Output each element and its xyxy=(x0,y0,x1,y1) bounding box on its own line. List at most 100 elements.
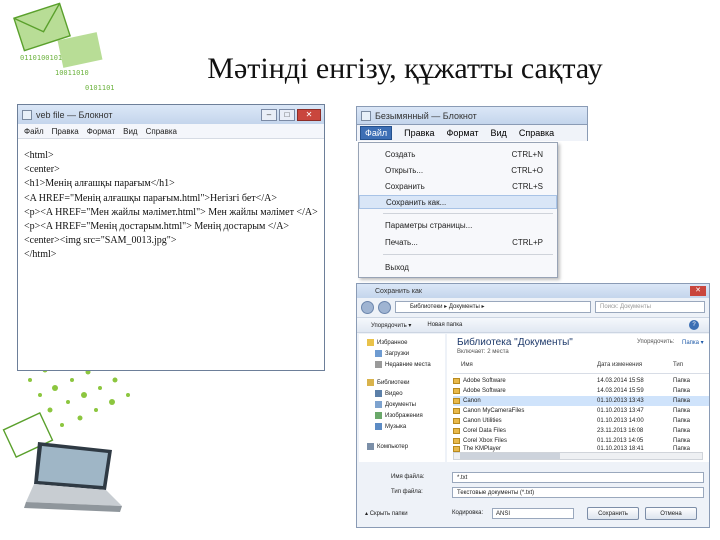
column-type[interactable]: Тип xyxy=(673,362,683,373)
menu-item-shortcut: CTRL+O xyxy=(511,165,543,175)
nav-item-favorites[interactable]: Избранное xyxy=(367,338,407,347)
hide-folders-toggle[interactable]: ▴ Скрыть папки xyxy=(365,510,408,517)
menu-item-page-setup[interactable]: Параметры страницы... xyxy=(359,218,557,232)
file-name: Canon xyxy=(463,398,481,404)
scrollbar-thumb[interactable] xyxy=(460,453,560,459)
menu-item-label: Сохранить xyxy=(385,181,425,191)
save-dialog-titlebar: Сохранить как ✕ xyxy=(357,284,709,298)
folder-icon xyxy=(453,408,460,414)
nav-item-recent[interactable]: Недавние места xyxy=(375,360,431,369)
menu-file-active[interactable]: Файл xyxy=(360,126,393,140)
nav-item-pictures[interactable]: Изображения xyxy=(375,411,423,420)
recent-places-icon xyxy=(375,361,382,368)
menu-item-new[interactable]: Создать CTRL+N xyxy=(359,147,557,161)
nav-label: Видео xyxy=(385,390,403,397)
menu-view[interactable]: Вид xyxy=(491,128,507,138)
menu-window-menubar: Файл Правка Формат Вид Справка xyxy=(356,125,588,141)
file-name: Adobe Software xyxy=(463,388,506,394)
code-line: <p><A HREF="Менің достарым.html"> Менің … xyxy=(24,221,290,233)
filetype-label: Тип файла: xyxy=(391,489,423,495)
forward-arrow-icon[interactable] xyxy=(378,300,391,314)
menu-item-open[interactable]: Открыть... CTRL+O xyxy=(359,163,557,177)
address-bar-row: Библиотеки ▸ Документы ▸ Поиск: Документ… xyxy=(361,300,705,314)
minimize-button[interactable]: – xyxy=(261,108,277,121)
menu-format[interactable]: Формат xyxy=(447,128,479,138)
file-type: Папка xyxy=(673,418,690,424)
file-date: 01.10.2013 13:47 xyxy=(597,408,644,414)
code-line: <p><A HREF="Мен жайлы мәлімет.html"> Мен… xyxy=(24,206,318,218)
encoding-select[interactable]: ANSI xyxy=(492,508,574,519)
column-name[interactable]: Имя xyxy=(453,362,597,373)
file-type: Папка xyxy=(673,428,690,434)
menu-view[interactable]: Вид xyxy=(123,127,137,136)
help-icon[interactable]: ? xyxy=(689,320,699,330)
menu-edit[interactable]: Правка xyxy=(404,128,434,138)
filename-input[interactable]: *.txt xyxy=(452,472,704,483)
menu-item-label: Создать xyxy=(385,149,416,159)
file-date: 14.03.2014 15:58 xyxy=(597,378,644,384)
close-button[interactable]: ✕ xyxy=(690,286,706,296)
file-row[interactable]: Adobe Software 14.03.2014 15:58 Папка xyxy=(453,376,709,386)
nav-item-music[interactable]: Музыка xyxy=(375,422,406,431)
music-icon xyxy=(375,423,382,430)
menu-format[interactable]: Формат xyxy=(87,127,115,136)
nav-item-video[interactable]: Видео xyxy=(375,389,403,398)
code-line: <A HREF="Менің алғашқы парағым.html">Нег… xyxy=(24,192,277,204)
file-row[interactable]: Canon 01.10.2013 13:43 Папка xyxy=(453,396,709,406)
address-path[interactable]: Библиотеки ▸ Документы ▸ xyxy=(395,301,591,313)
column-date[interactable]: Дата изменения xyxy=(597,362,673,373)
menu-item-label: Печать... xyxy=(385,237,418,247)
save-dialog-title: Сохранить как xyxy=(375,287,422,295)
folder-icon xyxy=(453,388,460,394)
new-folder-button[interactable]: Новая папка xyxy=(427,322,462,328)
nav-label: Недавние места xyxy=(385,361,431,368)
folder-icon xyxy=(453,398,460,404)
nav-label: Загрузки xyxy=(385,350,410,357)
menu-help[interactable]: Справка xyxy=(519,128,554,138)
arrange-dropdown[interactable]: Папка ▾ xyxy=(682,339,704,346)
horizontal-scrollbar[interactable] xyxy=(453,452,703,460)
video-icon xyxy=(375,390,382,397)
menu-help[interactable]: Справка xyxy=(146,127,177,136)
file-row[interactable]: Canon Utilities 01.10.2013 14:00 Папка xyxy=(453,416,709,426)
menu-item-shortcut: CTRL+S xyxy=(512,181,543,191)
menu-item-shortcut: CTRL+P xyxy=(512,237,543,247)
file-name: Adobe Software xyxy=(463,378,506,384)
code-line: <center><img src="SAM_0013.jpg"> xyxy=(24,235,177,247)
menu-item-exit[interactable]: Выход xyxy=(359,260,557,274)
nav-label: Документы xyxy=(385,401,416,408)
menu-item-save-as[interactable]: Сохранить как... xyxy=(359,195,557,209)
download-icon xyxy=(375,350,382,357)
nav-label: Изображения xyxy=(385,412,423,419)
menu-item-label: Открыть... xyxy=(385,165,424,175)
file-row[interactable]: Corel Data Files 23.11.2013 16:08 Папка xyxy=(453,426,709,436)
maximize-button[interactable]: □ xyxy=(279,108,295,121)
back-arrow-icon[interactable] xyxy=(361,300,374,314)
filetype-select[interactable]: Текстовые документы (*.txt) xyxy=(452,487,704,498)
file-date: 01.10.2013 14:00 xyxy=(597,418,644,424)
nav-item-documents[interactable]: Документы xyxy=(375,400,416,409)
encoding-label: Кодировка: xyxy=(452,510,484,516)
arrange-label: Упорядочить: xyxy=(637,339,675,345)
file-row[interactable]: Adobe Software 14.03.2014 15:59 Папка xyxy=(453,386,709,396)
close-button[interactable]: ✕ xyxy=(297,108,321,121)
search-input[interactable]: Поиск: Документы xyxy=(595,301,705,313)
library-subtitle: Включает: 2 места xyxy=(457,349,509,355)
nav-label: Библиотеки xyxy=(377,379,410,386)
file-row[interactable]: Canon MyCameraFiles 01.10.2013 13:47 Папка xyxy=(453,406,709,416)
cancel-button[interactable]: Отмена xyxy=(645,507,697,520)
menu-file[interactable]: Файл xyxy=(24,127,44,136)
save-button[interactable]: Сохранить xyxy=(587,507,639,520)
computer-icon xyxy=(367,443,374,450)
folder-icon xyxy=(453,428,460,434)
menu-edit[interactable]: Правка xyxy=(52,127,79,136)
menu-item-shortcut: CTRL+N xyxy=(511,149,543,159)
nav-item-downloads[interactable]: Загрузки xyxy=(375,349,409,358)
notepad-text-area[interactable]: <html> <center> <h1>Менің алғашқы парағым<… xyxy=(18,139,324,263)
nav-item-computer[interactable]: Компьютер xyxy=(367,442,408,451)
menu-item-save[interactable]: Сохранить CTRL+S xyxy=(359,179,557,193)
nav-item-libraries[interactable]: Библиотеки xyxy=(367,378,410,387)
organize-button[interactable]: Упорядочить ▾ xyxy=(371,322,411,329)
file-name: Canon MyCameraFiles xyxy=(463,408,525,414)
menu-item-print[interactable]: Печать... CTRL+P xyxy=(359,235,557,249)
